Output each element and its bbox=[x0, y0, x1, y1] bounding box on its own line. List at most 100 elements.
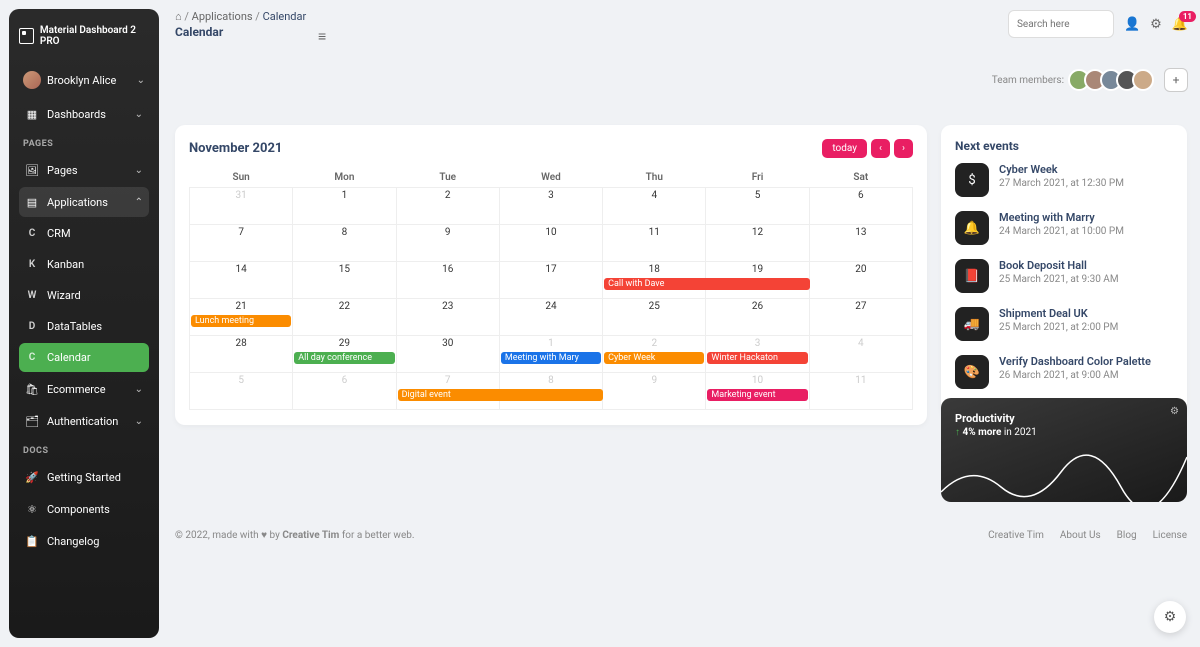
calendar-cell[interactable]: 11 bbox=[809, 373, 912, 410]
event-item[interactable]: 📕Book Deposit Hall25 March 2021, at 9:30… bbox=[955, 259, 1173, 293]
user-menu[interactable]: Brooklyn Alice ⌄ bbox=[19, 63, 149, 97]
calendar-cell[interactable]: 23 bbox=[396, 299, 499, 336]
nav-applications[interactable]: ▤ Applications ⌃ bbox=[19, 187, 149, 217]
breadcrumb-l1[interactable]: Applications bbox=[192, 10, 253, 23]
calendar-cell[interactable]: 9 bbox=[603, 373, 706, 410]
event-icon: 🎨 bbox=[955, 355, 989, 389]
event-item[interactable]: 🚚Shipment Deal UK25 March 2021, at 2:00 … bbox=[955, 307, 1173, 341]
calendar-cell[interactable]: 13 bbox=[809, 225, 912, 262]
brand[interactable]: Material Dashboard 2 PRO bbox=[19, 21, 149, 59]
calendar-cell[interactable]: 9 bbox=[396, 225, 499, 262]
calendar-cell[interactable]: 30 bbox=[396, 336, 499, 373]
gear-icon[interactable]: ⚙ bbox=[1150, 17, 1162, 32]
calendar-cell[interactable]: 29All day conference bbox=[293, 336, 396, 373]
footer-link[interactable]: About Us bbox=[1060, 530, 1101, 541]
nav-kanban[interactable]: KKanban bbox=[19, 250, 149, 279]
nav-datatables[interactable]: DDataTables bbox=[19, 312, 149, 341]
nav-changelog[interactable]: 📋Changelog bbox=[19, 526, 149, 556]
calendar-cell[interactable]: 21Lunch meeting bbox=[190, 299, 293, 336]
calendar-cell[interactable]: 26 bbox=[706, 299, 809, 336]
day-header: Tue bbox=[396, 168, 499, 188]
calendar-cell[interactable]: 2 bbox=[396, 188, 499, 225]
event-item[interactable]: 🔔Meeting with Marry24 March 2021, at 10:… bbox=[955, 211, 1173, 245]
add-member-button[interactable]: + bbox=[1164, 68, 1188, 92]
menu-toggle-icon[interactable]: ≡ bbox=[318, 28, 326, 45]
nav-components[interactable]: ⚛Components bbox=[19, 494, 149, 524]
cart-icon: 🛍 bbox=[25, 382, 39, 396]
breadcrumb-home[interactable]: ⌂ bbox=[175, 10, 182, 23]
account-icon[interactable]: 👤 bbox=[1124, 17, 1140, 32]
nav-dashboards[interactable]: ▦ Dashboards ⌄ bbox=[19, 99, 149, 129]
letter-icon: C bbox=[25, 228, 39, 239]
gear-icon[interactable]: ⚙ bbox=[1170, 406, 1179, 417]
event-name: Shipment Deal UK bbox=[999, 307, 1118, 320]
calendar-event[interactable]: Lunch meeting bbox=[191, 315, 291, 327]
calendar-event[interactable]: Meeting with Mary bbox=[501, 352, 601, 364]
team-label: Team members: bbox=[992, 75, 1064, 86]
calendar-event[interactable]: All day conference bbox=[294, 352, 394, 364]
event-name: Verify Dashboard Color Palette bbox=[999, 355, 1151, 368]
calendar-cell[interactable]: 15 bbox=[293, 262, 396, 299]
nav-wizard[interactable]: WWizard bbox=[19, 281, 149, 310]
nav-label: Wizard bbox=[47, 289, 81, 302]
calendar-cell[interactable]: 1Meeting with Mary bbox=[499, 336, 602, 373]
event-item[interactable]: $Cyber Week27 March 2021, at 12:30 PM bbox=[955, 163, 1173, 197]
settings-fab[interactable]: ⚙ bbox=[1154, 601, 1186, 633]
nav-pages[interactable]: 🖼 Pages ⌄ bbox=[19, 155, 149, 185]
calendar-event[interactable]: Digital event bbox=[398, 389, 604, 401]
calendar-cell[interactable]: 25 bbox=[603, 299, 706, 336]
calendar-cell[interactable]: 7Digital event bbox=[396, 373, 499, 410]
search-input[interactable] bbox=[1008, 10, 1114, 38]
calendar-cell[interactable]: 11 bbox=[603, 225, 706, 262]
brand-label: Material Dashboard 2 PRO bbox=[40, 25, 149, 47]
calendar-cell[interactable]: 6 bbox=[809, 188, 912, 225]
calendar-cell[interactable]: 16 bbox=[396, 262, 499, 299]
calendar-cell[interactable]: 4 bbox=[809, 336, 912, 373]
nav-ecommerce[interactable]: 🛍 Ecommerce ⌄ bbox=[19, 374, 149, 404]
calendar-cell[interactable]: 5 bbox=[706, 188, 809, 225]
event-name: Cyber Week bbox=[999, 163, 1124, 176]
calendar-cell[interactable]: 3Winter Hackaton bbox=[706, 336, 809, 373]
user-name: Brooklyn Alice bbox=[47, 74, 116, 87]
chevron-down-icon: ⌄ bbox=[135, 384, 143, 395]
calendar-event[interactable]: Cyber Week bbox=[604, 352, 704, 364]
calendar-cell[interactable]: 31 bbox=[190, 188, 293, 225]
footer-link[interactable]: License bbox=[1153, 530, 1187, 541]
calendar-event[interactable]: Marketing event bbox=[707, 389, 807, 401]
calendar-cell[interactable]: 20 bbox=[809, 262, 912, 299]
day-header: Sun bbox=[190, 168, 293, 188]
footer-link[interactable]: Blog bbox=[1117, 530, 1137, 541]
calendar-cell[interactable]: 4 bbox=[603, 188, 706, 225]
today-button[interactable]: today bbox=[822, 139, 867, 158]
calendar-cell[interactable]: 27 bbox=[809, 299, 912, 336]
calendar-cell[interactable]: 24 bbox=[499, 299, 602, 336]
calendar-cell[interactable]: 6 bbox=[293, 373, 396, 410]
calendar-cell[interactable]: 12 bbox=[706, 225, 809, 262]
calendar-cell[interactable]: 2Cyber Week bbox=[603, 336, 706, 373]
nav-getting-started[interactable]: 🚀Getting Started bbox=[19, 462, 149, 492]
calendar-cell[interactable]: 7 bbox=[190, 225, 293, 262]
calendar-cell[interactable]: 1 bbox=[293, 188, 396, 225]
event-item[interactable]: 🎨Verify Dashboard Color Palette26 March … bbox=[955, 355, 1173, 389]
calendar-event[interactable]: Call with Dave bbox=[604, 278, 810, 290]
calendar-event[interactable]: Winter Hackaton bbox=[707, 352, 807, 364]
calendar-cell[interactable]: 10Marketing event bbox=[706, 373, 809, 410]
calendar-cell[interactable]: 10 bbox=[499, 225, 602, 262]
calendar-cell[interactable]: 5 bbox=[190, 373, 293, 410]
prev-button[interactable]: ‹ bbox=[871, 139, 890, 158]
calendar-cell[interactable]: 28 bbox=[190, 336, 293, 373]
calendar-cell[interactable]: 22 bbox=[293, 299, 396, 336]
nav-crm[interactable]: CCRM bbox=[19, 219, 149, 248]
calendar-cell[interactable]: 3 bbox=[499, 188, 602, 225]
next-button[interactable]: › bbox=[894, 139, 913, 158]
day-header: Fri bbox=[706, 168, 809, 188]
calendar-cell[interactable]: 14 bbox=[190, 262, 293, 299]
calendar-cell[interactable]: 17 bbox=[499, 262, 602, 299]
footer-link[interactable]: Creative Tim bbox=[988, 530, 1044, 541]
avatar[interactable] bbox=[1132, 69, 1154, 91]
calendar-cell[interactable]: 8 bbox=[293, 225, 396, 262]
nav-calendar[interactable]: CCalendar bbox=[19, 343, 149, 372]
nav-auth[interactable]: 🗂 Authentication ⌄ bbox=[19, 406, 149, 436]
bell-icon[interactable]: 🔔11 bbox=[1172, 17, 1188, 32]
calendar-cell[interactable]: 18Call with Dave bbox=[603, 262, 706, 299]
